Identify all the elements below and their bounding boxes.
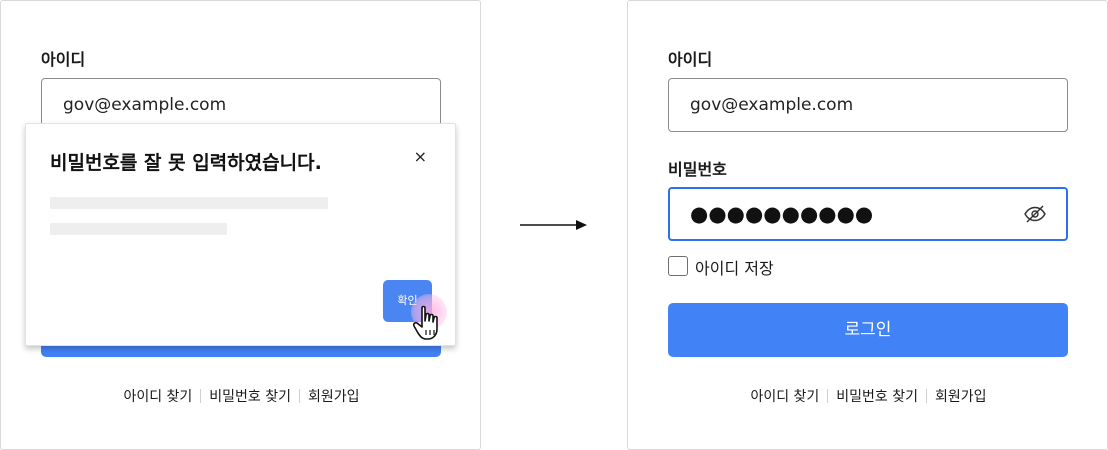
skeleton-line: [50, 223, 227, 235]
eye-off-icon[interactable]: [1024, 205, 1046, 223]
modal-title: 비밀번호를 잘 못 입력하였습니다.: [50, 152, 322, 174]
hand-pointer-icon: [413, 305, 438, 340]
signup-link[interactable]: 회원가입: [308, 389, 360, 405]
account-links: 아이디 찾기 비밀번호 찾기 회원가입: [1, 386, 482, 406]
link-divider: [200, 389, 202, 403]
password-value: ●●●●●●●●●●: [690, 202, 874, 226]
remember-id-label[interactable]: 아이디 저장: [695, 255, 774, 279]
signup-link[interactable]: 회원가입: [935, 389, 987, 405]
remember-id-checkbox[interactable]: [668, 256, 688, 276]
id-label: 아이디: [668, 50, 713, 69]
find-password-link[interactable]: 비밀번호 찾기: [836, 389, 918, 405]
password-label: 비밀번호: [668, 160, 727, 179]
id-input[interactable]: gov@example.com: [668, 78, 1068, 132]
id-label: 아이디: [41, 50, 86, 69]
login-button[interactable]: 로그인: [668, 303, 1068, 357]
account-links: 아이디 찾기 비밀번호 찾기 회원가입: [628, 386, 1108, 406]
error-modal: 비밀번호를 잘 못 입력하였습니다. × 확인: [25, 123, 456, 346]
find-password-link[interactable]: 비밀번호 찾기: [209, 389, 291, 405]
link-divider: [827, 389, 829, 403]
find-id-link[interactable]: 아이디 찾기: [123, 389, 192, 405]
password-input[interactable]: ●●●●●●●●●●: [668, 187, 1068, 241]
link-divider: [926, 389, 928, 403]
link-divider: [299, 389, 301, 403]
skeleton-line: [50, 197, 328, 209]
find-id-link[interactable]: 아이디 찾기: [750, 389, 819, 405]
arrow-right-icon: [520, 220, 587, 230]
login-panel-after: 아이디 gov@example.com 비밀번호 ●●●●●●●●●● 아이디 …: [627, 0, 1108, 450]
close-icon[interactable]: ×: [414, 149, 427, 165]
